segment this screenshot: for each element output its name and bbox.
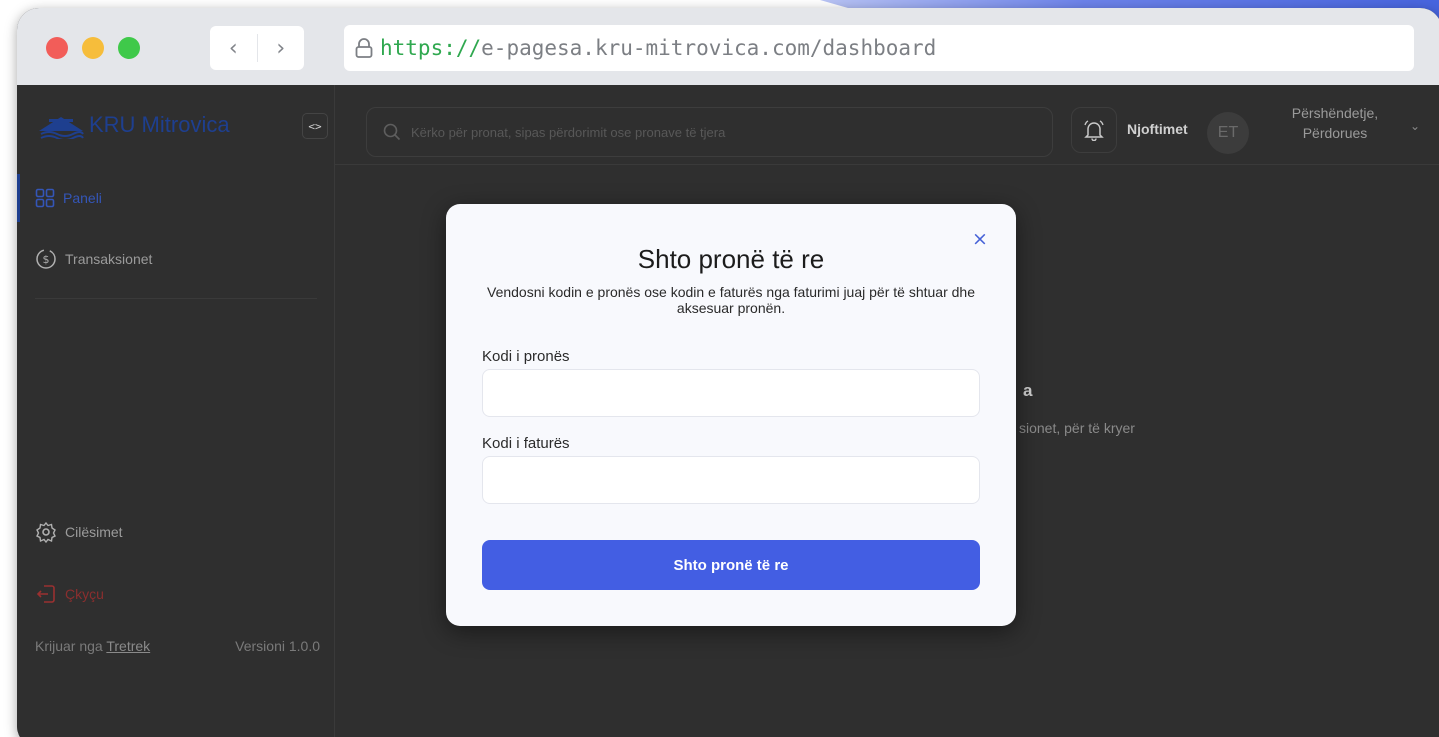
avatar[interactable]: ET xyxy=(1207,112,1249,154)
sidebar-item-label: Çkyçu xyxy=(65,586,104,602)
sidebar-item-label: Cilësimet xyxy=(65,524,123,540)
background-text-fragment: sionet, për të kryer xyxy=(1019,420,1135,436)
logout-icon xyxy=(36,585,55,603)
logo[interactable]: KRU Mitrovica xyxy=(37,111,230,139)
search-input[interactable]: Kërko për pronat, sipas përdorimit ose p… xyxy=(366,107,1053,157)
username: Përdorues xyxy=(1302,125,1368,141)
add-property-button[interactable]: Shto pronë të re xyxy=(482,540,980,590)
property-code-label: Kodi i pronës xyxy=(482,348,570,365)
grid-icon xyxy=(35,188,55,208)
url-scheme: https:// xyxy=(380,36,482,60)
search-placeholder: Kërko për pronat, sipas përdorimit ose p… xyxy=(411,124,726,140)
browser-titlebar: ‹ › https://e-pagesa.kru-mitrovica.com/d… xyxy=(17,8,1439,85)
address-bar[interactable]: https://e-pagesa.kru-mitrovica.com/dashb… xyxy=(344,25,1414,71)
back-button[interactable]: ‹ xyxy=(210,26,257,70)
user-greeting[interactable]: Përshëndetje, Përdorues xyxy=(1265,103,1405,143)
logo-text: KRU Mitrovica xyxy=(89,112,230,137)
modal-title: Shto pronë të re xyxy=(637,244,825,274)
greeting-line: Përshëndetje, xyxy=(1291,105,1379,121)
add-property-modal: × Shto pronë të re Vendosni kodin e pron… xyxy=(446,204,1016,626)
credit-text: Krijuar nga Tretrek xyxy=(35,638,150,654)
sidebar-item-cilesimet[interactable]: Cilësimet xyxy=(17,508,317,556)
invoice-code-input[interactable] xyxy=(482,456,980,504)
sidebar-collapse-button[interactable]: <> xyxy=(302,113,328,139)
sidebar-divider xyxy=(35,298,317,299)
author-link[interactable]: Tretrek xyxy=(106,638,150,654)
sidebar-item-label: Paneli xyxy=(63,190,102,206)
background-heading-fragment: a xyxy=(1023,381,1033,400)
notifications-button[interactable] xyxy=(1071,107,1117,153)
url-path: e-pagesa.kru-mitrovica.com/dashboard xyxy=(481,36,937,60)
sidebar-item-paneli[interactable]: Paneli xyxy=(17,174,317,222)
gear-icon xyxy=(36,521,56,543)
sidebar-item-transaksionet[interactable]: $ Transaksionet xyxy=(17,235,317,283)
maximize-window-button[interactable] xyxy=(118,37,140,59)
search-icon xyxy=(383,123,401,141)
lock-icon xyxy=(355,38,373,58)
browser-nav-buttons: ‹ › xyxy=(210,26,304,70)
topbar: Kërko për pronat, sipas përdorimit ose p… xyxy=(335,85,1439,165)
invoice-code-label: Kodi i faturës xyxy=(482,435,570,452)
credit-label: Krijuar nga xyxy=(35,638,103,654)
sidebar-footer: Krijuar nga Tretrek Versioni 1.0.0 xyxy=(35,638,335,654)
minimize-window-button[interactable] xyxy=(82,37,104,59)
close-window-button[interactable] xyxy=(46,37,68,59)
sidebar: KRU Mitrovica <> Paneli $ Transaksionet xyxy=(17,85,335,737)
svg-text:$: $ xyxy=(43,253,50,266)
forward-button[interactable]: › xyxy=(258,26,305,70)
bell-icon xyxy=(1084,120,1104,141)
logo-icon xyxy=(39,117,84,139)
version-label: Versioni 1.0.0 xyxy=(235,638,320,654)
dollar-circle-icon: $ xyxy=(36,249,56,269)
chevron-down-icon[interactable]: ⌄ xyxy=(1410,119,1420,133)
sidebar-item-logout[interactable]: Çkyçu xyxy=(17,570,317,618)
sidebar-item-label: Transaksionet xyxy=(65,251,153,267)
notifications-label[interactable]: Njoftimet xyxy=(1127,121,1188,137)
modal-description: Vendosni kodin e pronës ose kodin e fatu… xyxy=(487,284,975,316)
property-code-input[interactable] xyxy=(482,369,980,417)
